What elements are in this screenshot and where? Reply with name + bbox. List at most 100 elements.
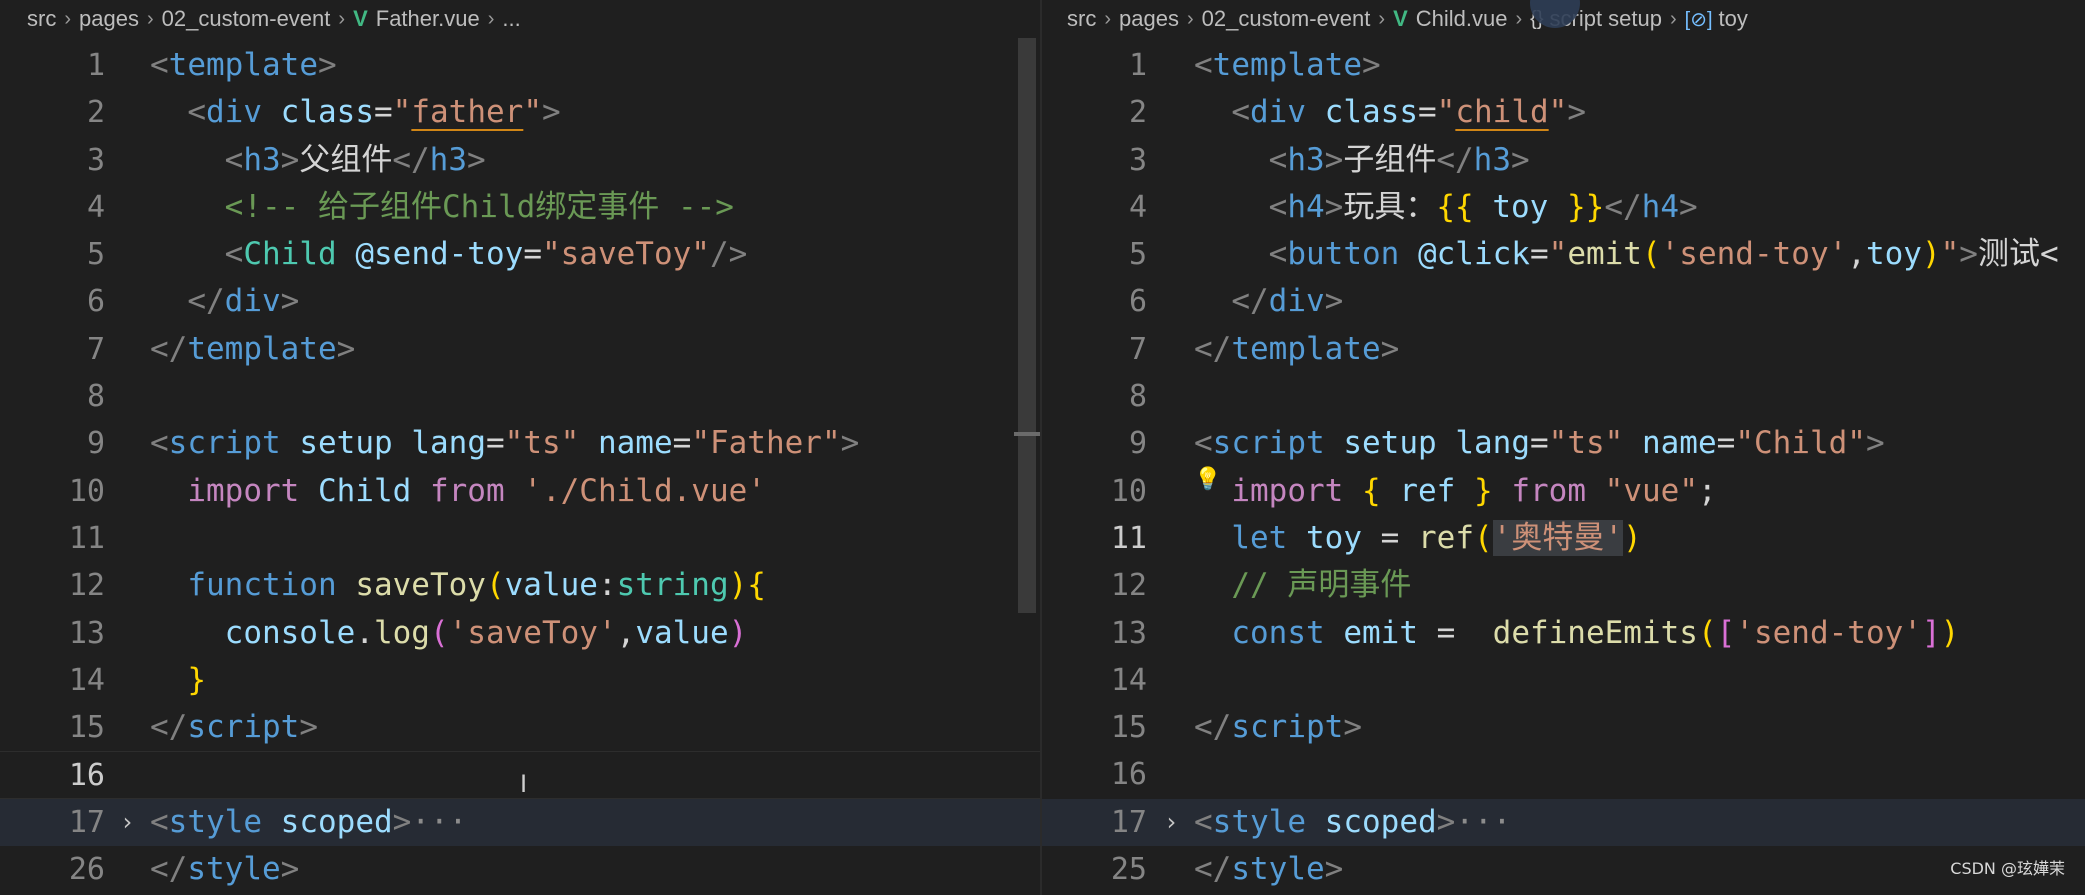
scrollbar-marker [1014,432,1040,436]
code-text: import Child from './Child.vue' [187,472,766,509]
line-number: 3 [1128,142,1147,178]
code-line: 6 </div> [0,278,1040,325]
line-number: 1 [1128,48,1147,83]
code-line: 4 <h4>玩具：{{ toy }}</h4> [1042,184,2085,231]
code-text: <template> [150,47,337,83]
code-text: let toy = ref('奥特曼') [1231,519,1642,556]
code-line-folded: 17 › <style scoped>··· [0,798,1040,847]
breadcrumb-item[interactable]: 02_custom-event [1202,6,1371,32]
code-text: // 声明事件 [1231,567,1412,604]
code-line: 7 </template> [1042,326,2085,373]
breadcrumb-item[interactable]: Child.vue [1416,6,1508,32]
line-number: 8 [1128,379,1147,415]
code-text: <div class="child"> [1231,94,1587,131]
right-editor-pane[interactable]: src › pages › 02_custom-event › V Child.vue ›… [1042,0,2085,895]
line-number: 9 [86,426,105,462]
code-text: </template> [1194,330,1400,367]
line-number: 14 [1110,662,1147,698]
breadcrumb-item[interactable]: 02_custom-event [162,6,331,32]
line-number: 10 [1110,473,1147,509]
code-line: 10 import Child from './Child.vue' [0,468,1040,515]
code-chinese-text: 玩具： [1343,188,1437,225]
code-string: "saveToy" [541,236,710,273]
line-number: 12 [68,568,105,604]
line-number: 10 [68,473,105,509]
lightbulb-icon[interactable]: 💡 [1194,467,1221,492]
code-text: <script setup lang="ts" name="Child"> [1194,425,1885,462]
breadcrumb: src › pages › 02_custom-event › V Father.vue… [0,0,1040,38]
code-text: </script> [1194,709,1362,746]
breadcrumb-item[interactable]: src [27,6,56,32]
breadcrumb-item[interactable]: src [1067,6,1096,32]
chevron-right-icon: › [64,7,71,30]
code-line: 25 </style> [1042,846,2085,893]
line-number: 14 [68,662,105,698]
breadcrumb-item[interactable]: pages [1119,6,1179,32]
code-comment: <!-- 给子组件Child绑定事件 --> [224,188,734,225]
code-line: 11 [0,515,1040,562]
line-number: 11 [1110,520,1147,556]
chevron-right-icon: › [1670,7,1677,30]
code-line: 5 <Child @send-toy="saveToy"/> [0,231,1040,278]
code-text: <style scoped>··· [1194,803,1512,840]
chevron-right-icon[interactable]: › [1164,799,1178,846]
chevron-right-icon: › [338,7,346,30]
code-line: 7 </template> [0,326,1040,373]
chevron-right-icon: › [487,7,495,30]
breadcrumb-item[interactable]: pages [79,6,139,32]
code-line: 26 </style> [0,846,1040,893]
code-line: 12 // 声明事件 [1042,562,2085,609]
code-text: <style scoped>··· [150,803,468,840]
vue-file-icon: V [353,6,368,31]
code-line: 15 </script> [1042,704,2085,751]
code-line: 2 <div class="child"> [1042,89,2085,136]
breadcrumb-item[interactable]: Father.vue [376,6,480,32]
code-line: 15 </script> [0,704,1040,751]
line-number: 7 [1128,331,1147,367]
code-line: 3 <h3>子组件</h3> [1042,137,2085,184]
breadcrumb-item[interactable]: ... [502,6,520,32]
line-number: 12 [1110,568,1147,604]
variable-symbol-icon: [⊘] [1684,8,1713,31]
chevron-right-icon: › [146,7,154,30]
code-text: console.log('saveToy',value) [224,614,748,651]
chevron-right-icon[interactable]: › [120,799,134,846]
line-number: 15 [1110,710,1147,746]
line-number: 6 [86,284,105,320]
code-chinese-text: 父组件 [299,141,393,178]
left-editor-pane[interactable]: src › pages › 02_custom-event › V Father.vue… [0,0,1040,895]
vertical-scrollbar[interactable] [1018,38,1036,613]
code-text: </div> [1231,283,1344,320]
line-number: 2 [86,95,105,131]
line-number: 1 [86,48,105,83]
line-number: 15 [68,710,105,746]
chevron-right-icon: › [1515,7,1523,30]
code-line: 1 <template> [1042,42,2085,89]
code-text: <Child @send-toy="saveToy"/> [224,236,748,273]
line-number: 17 [1110,804,1147,840]
code-text: </style> [1194,851,1344,888]
code-text: import { ref } from "vue"; [1231,472,1717,509]
code-area[interactable]: 1 <template> 2 <div class="father"> 3 <h3… [0,42,1040,893]
line-number: 17 [68,804,105,840]
code-line: 13 console.log('saveToy',value) [0,610,1040,657]
code-line: 1 <template> [0,42,1040,89]
code-line: 16 [1042,751,2085,798]
code-line-folded: 17 › <style scoped>··· [1042,798,2085,847]
breadcrumb-item[interactable]: toy [1719,6,1748,32]
chevron-right-icon: › [1104,7,1111,30]
code-line: 2 <div class="father"> [0,89,1040,136]
code-text: <h3>子组件</h3> [1268,141,1530,178]
code-text: </template> [150,330,356,367]
code-text: <h3>父组件</h3> [224,141,486,178]
line-number: 11 [68,520,105,556]
vue-file-icon: V [1393,6,1408,31]
chevron-right-icon: › [1378,7,1386,30]
code-text: function saveToy(value:string){ [187,567,766,604]
code-text: <div class="father"> [187,94,561,131]
code-text: } [187,661,206,698]
code-line: 4 <!-- 给子组件Child绑定事件 --> [0,184,1040,231]
chevron-right-icon: › [1186,7,1194,30]
line-number: 26 [68,852,105,888]
line-number: 5 [86,237,105,273]
